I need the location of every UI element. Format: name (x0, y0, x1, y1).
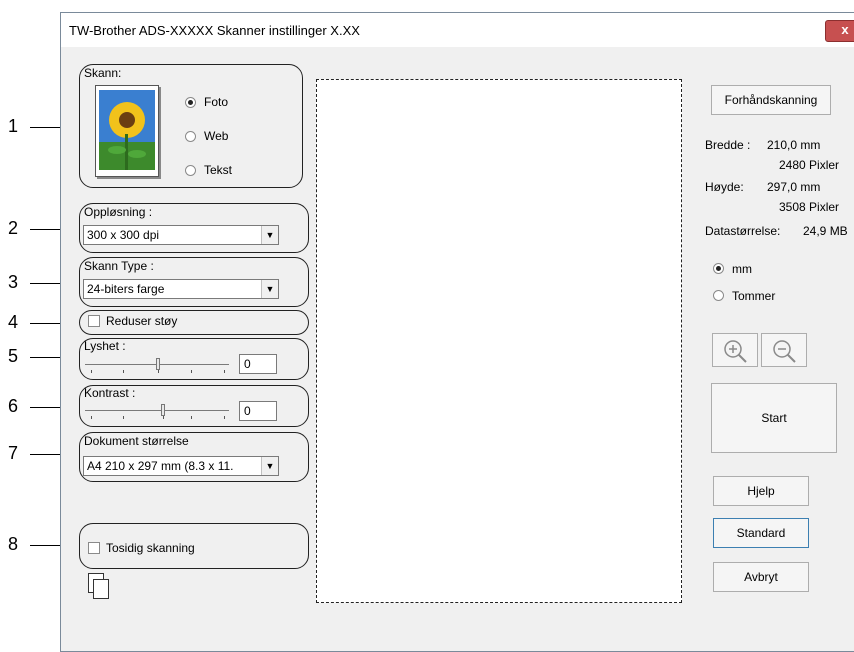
zoom-out-button[interactable] (761, 333, 807, 367)
width-mm: 210,0 mm (767, 138, 821, 152)
radio-web[interactable] (185, 131, 196, 142)
contrast-input[interactable]: 0 (239, 401, 277, 421)
radio-foto[interactable] (185, 97, 196, 108)
tick (91, 416, 92, 419)
scan-type-value: 24-biters farge (87, 282, 165, 296)
chevron-down-icon[interactable]: ▼ (261, 226, 278, 244)
zoom-in-button[interactable] (712, 333, 758, 367)
width-px: 2480 Pixler (779, 158, 840, 172)
radio-tommer[interactable] (713, 290, 724, 301)
tick (91, 370, 92, 373)
contrast-slider[interactable] (161, 404, 165, 416)
default-button[interactable]: Standard (713, 518, 809, 548)
radio-tommer-label: Tommer (732, 289, 776, 303)
start-button[interactable]: Start (711, 383, 837, 453)
noise-label: Reduser støy (106, 314, 178, 328)
contrast-label: Kontrast : (84, 386, 136, 400)
tick (191, 416, 192, 419)
contrast-track (85, 410, 229, 411)
resolution-select[interactable]: 300 x 300 dpi ▼ (83, 225, 279, 245)
callout-4: 4 (8, 312, 19, 332)
callout-7: 7 (8, 443, 19, 463)
radio-tekst[interactable] (185, 165, 196, 176)
doc-size-value: A4 210 x 297 mm (8.3 x 11. (87, 459, 234, 473)
help-button[interactable]: Hjelp (713, 476, 809, 506)
chevron-down-icon[interactable]: ▼ (261, 457, 278, 475)
chevron-down-icon[interactable]: ▼ (261, 280, 278, 298)
radio-mm-label: mm (732, 262, 752, 276)
duplex-label: Tosidig skanning (106, 541, 195, 555)
brightness-input[interactable]: 0 (239, 354, 277, 374)
height-px: 3508 Pixler (779, 200, 840, 214)
callout-1: 1 (8, 116, 19, 136)
noise-checkbox[interactable] (88, 315, 100, 327)
scan-group-label: Skann: (84, 66, 122, 80)
title-bar[interactable]: TW-Brother ADS-XXXXX Skanner instillinge… (61, 13, 854, 47)
radio-web-label: Web (204, 129, 229, 143)
callout-8: 8 (8, 534, 19, 554)
datasize-label: Datastørrelse: (705, 224, 781, 238)
tick (123, 416, 124, 419)
scanner-settings-window: TW-Brother ADS-XXXXX Skanner instillinge… (60, 12, 854, 652)
scan-type-label: Skann Type : (84, 259, 154, 273)
resolution-label: Oppløsning : (84, 205, 153, 219)
duplex-pages-icon (88, 573, 112, 599)
brightness-label: Lyshet : (84, 339, 126, 353)
photo-icon (95, 85, 159, 177)
tick (191, 370, 192, 373)
duplex-checkbox[interactable] (88, 542, 100, 554)
prescan-button[interactable]: Forhåndskanning (711, 85, 831, 115)
width-label: Bredde : (705, 138, 751, 152)
zoom-out-icon (773, 340, 796, 363)
tick (163, 416, 164, 419)
callout-3: 3 (8, 272, 19, 292)
tick (123, 370, 124, 373)
close-button[interactable]: x (825, 20, 854, 42)
tick (224, 370, 225, 373)
height-mm: 297,0 mm (767, 180, 821, 194)
doc-size-select[interactable]: A4 210 x 297 mm (8.3 x 11. ▼ (83, 456, 279, 476)
doc-size-label: Dokument størrelse (84, 434, 189, 448)
zoom-in-icon (724, 340, 747, 363)
brightness-slider[interactable] (156, 358, 160, 370)
height-label: Høyde: (705, 180, 744, 194)
callout-2: 2 (8, 218, 19, 238)
tick (158, 370, 159, 373)
scan-type-select[interactable]: 24-biters farge ▼ (83, 279, 279, 299)
tick (224, 416, 225, 419)
preview-area[interactable] (316, 79, 682, 603)
callout-5: 5 (8, 346, 19, 366)
datasize-value: 24,9 MB (803, 224, 848, 238)
callout-6: 6 (8, 396, 19, 416)
resolution-value: 300 x 300 dpi (87, 228, 160, 242)
radio-tekst-label: Tekst (204, 163, 233, 177)
window-title: TW-Brother ADS-XXXXX Skanner instillinge… (69, 23, 360, 38)
cancel-button[interactable]: Avbryt (713, 562, 809, 592)
radio-foto-label: Foto (204, 95, 229, 109)
radio-mm[interactable] (713, 263, 724, 274)
